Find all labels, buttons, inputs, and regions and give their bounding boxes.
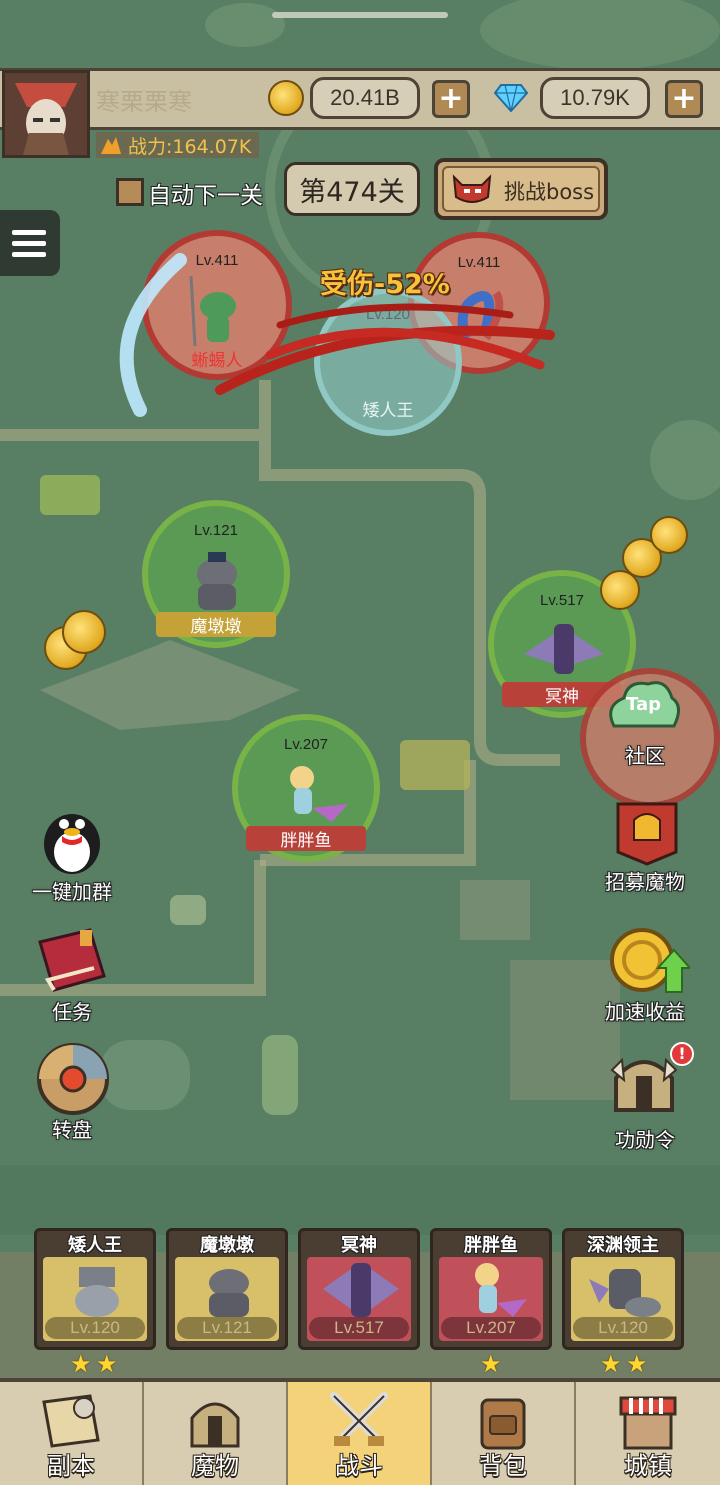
mermaid-portrait-icon: [475, 1263, 527, 1317]
bear-sprite-icon: [197, 552, 237, 610]
team-card-hades[interactable]: 冥神 Lv.517: [298, 1228, 420, 1350]
power-value: 战力:164.07K: [128, 135, 252, 158]
hades-portrait-icon: [323, 1263, 399, 1317]
power-icon: [101, 137, 121, 154]
tab-label: 城镇: [624, 1452, 672, 1480]
ally-unit-modundun[interactable]: Lv.121 魔墩墩: [142, 500, 290, 648]
quest-book-icon[interactable]: [34, 924, 110, 994]
bear-portrait-icon: [209, 1269, 249, 1317]
wheel-label: 转盘: [52, 1118, 92, 1142]
team-card-level: Lv.120: [573, 1317, 673, 1339]
ally-unit-fat-fish[interactable]: Lv.207 胖胖鱼: [232, 714, 380, 862]
team-card-dwarf-king[interactable]: 矮人王 Lv.120: [34, 1228, 156, 1350]
coin-boost-icon[interactable]: [608, 924, 690, 994]
crossed-swords-icon: [330, 1392, 388, 1446]
team-card-level: Lv.121: [177, 1317, 277, 1339]
gold-coin-icon: [268, 80, 304, 116]
star-icon: ★: [96, 1350, 118, 1378]
shop-icon: [619, 1396, 677, 1450]
ally-level: Lv.121: [194, 522, 238, 539]
diamond-amount: 10.79K: [540, 77, 650, 119]
monster-helmet-icon: [190, 1402, 240, 1448]
ally-name: 胖胖鱼: [246, 826, 366, 851]
power-badge: 战力:164.07K: [96, 132, 260, 158]
join-group-label: 一键加群: [32, 880, 112, 904]
recruit-banner-icon[interactable]: [614, 800, 680, 866]
star-icon: ★: [70, 1350, 92, 1378]
team-card-fat-fish[interactable]: 胖胖鱼 Lv.207: [430, 1228, 552, 1350]
auto-next-label: 自动下一关: [148, 183, 263, 209]
quest-label: 任务: [52, 1000, 92, 1024]
tab-label: 魔物: [191, 1452, 239, 1480]
player-name: 寒栗栗寒: [96, 88, 192, 116]
hamburger-icon: [12, 230, 46, 257]
team-card-name: 深渊领主: [587, 1235, 659, 1256]
team-card-level: Lv.517: [309, 1317, 409, 1339]
swipe-effect-icon: [119, 253, 187, 417]
team-card-level: Lv.120: [45, 1317, 145, 1339]
auto-next-checkbox[interactable]: [116, 178, 144, 206]
mermaid-sprite-icon: [290, 766, 348, 822]
penguin-icon[interactable]: [38, 800, 106, 876]
recruit-label: 招募魔物: [605, 870, 685, 894]
tab-battle[interactable]: 战斗: [288, 1382, 432, 1485]
team-card-level: Lv.207: [441, 1317, 541, 1339]
stage-level-display: 第474关: [284, 162, 420, 216]
tab-dungeon[interactable]: 副本: [0, 1382, 144, 1485]
home-indicator: [272, 12, 448, 18]
challenge-boss-label: 挑战boss: [504, 180, 595, 204]
map-scroll-icon: [42, 1394, 100, 1448]
avatar-portrait-icon: [5, 73, 87, 155]
tap-badge: Tap: [626, 694, 661, 715]
tab-backpack[interactable]: 背包: [432, 1382, 576, 1485]
backpack-icon: [480, 1398, 526, 1450]
player-avatar[interactable]: [2, 70, 90, 158]
community-label: 社区: [625, 744, 665, 768]
star-icon: ★: [626, 1350, 648, 1378]
tab-label: 副本: [47, 1452, 95, 1480]
tab-monsters[interactable]: 魔物: [144, 1382, 288, 1485]
diamond-icon: [494, 84, 528, 112]
team-card-modundun[interactable]: 魔墩墩 Lv.121: [166, 1228, 288, 1350]
wheel-icon[interactable]: [36, 1042, 110, 1116]
team-card-name: 矮人王: [68, 1235, 122, 1256]
star-icon: ★: [480, 1350, 502, 1378]
speed-earnings-label: 加速收益: [605, 1000, 685, 1024]
coin-drop-icon[interactable]: [62, 610, 106, 654]
boss-demon-icon: [452, 174, 492, 203]
dwarf-king-portrait-icon: [75, 1267, 119, 1317]
tab-label: 战斗: [335, 1452, 383, 1480]
tab-label: 背包: [479, 1452, 527, 1480]
challenge-boss-button[interactable]: 挑战boss: [434, 158, 608, 220]
star-icon: ★: [600, 1350, 622, 1378]
ally-name: 魔墩墩: [156, 612, 276, 637]
helmet-alert-badge: !: [670, 1042, 694, 1066]
gold-amount: 20.41B: [310, 77, 420, 119]
hades-sprite-icon: [524, 624, 604, 674]
merit-label: 功勋令: [615, 1128, 675, 1152]
tab-town[interactable]: 城镇: [576, 1382, 720, 1485]
add-gold-button[interactable]: +: [432, 80, 470, 118]
helmet-icon[interactable]: [608, 1050, 680, 1122]
abyss-lord-portrait-icon: [589, 1269, 661, 1317]
team-card-name: 冥神: [341, 1235, 377, 1256]
add-diamond-button[interactable]: +: [665, 80, 703, 118]
claw-slash-effect-icon: [215, 303, 555, 395]
team-card-name: 胖胖鱼: [464, 1235, 518, 1256]
menu-button[interactable]: [0, 210, 60, 276]
team-card-name: 魔墩墩: [200, 1235, 254, 1256]
coin-drop-icon[interactable]: [650, 516, 688, 554]
game-screen: 寒栗栗寒 20.41B + 10.79K + 战力:164.07K 自动下一关 …: [0, 0, 720, 1485]
team-card-abyss-lord[interactable]: 深渊领主 Lv.120: [562, 1228, 684, 1350]
ally-level: Lv.207: [284, 736, 328, 753]
